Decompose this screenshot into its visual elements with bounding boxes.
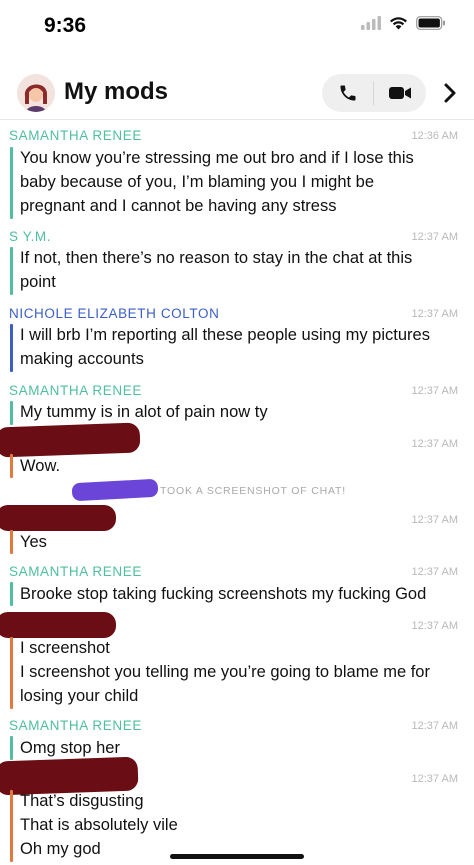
message-sender: SAMANTHA RENEE [9, 718, 142, 733]
message-sender: SAMANTHA RENEE [9, 128, 142, 143]
message-text[interactable]: I will brb I’m reporting all these peopl… [20, 323, 460, 371]
chat-header: My mods [0, 66, 474, 120]
message-text[interactable]: My tummy is in alot of pain now ty [20, 400, 460, 424]
message-line: I screenshot you telling me you’re going… [20, 663, 430, 681]
message-timestamp: 12:37 AM [411, 773, 458, 785]
message-bar [10, 790, 13, 862]
video-camera-icon [389, 87, 411, 99]
message-bar [10, 247, 13, 295]
message-timestamp: 12:37 AM [411, 231, 458, 243]
message-sender: S Y.M. [9, 229, 52, 244]
message-line: point [20, 273, 56, 291]
message-line: Yes [20, 533, 47, 551]
message-timestamp: 12:37 AM [411, 385, 458, 397]
chevron-right-button[interactable] [438, 80, 462, 106]
message-line: Wow. [20, 457, 61, 475]
status-icons [361, 16, 446, 30]
message-bar [10, 736, 13, 760]
message-text[interactable]: Yes [20, 530, 460, 554]
message-line: baby because of you, I’m blaming you I m… [20, 173, 375, 191]
message-timestamp: 12:37 AM [411, 514, 458, 526]
message-timestamp: 12:37 AM [411, 566, 458, 578]
message-bar [10, 147, 13, 219]
message-line: That is absolutely vile [20, 816, 178, 834]
message-timestamp: 12:37 AM [411, 438, 458, 450]
message-line: making accounts [20, 350, 144, 368]
voice-call-button[interactable] [322, 74, 374, 112]
avatar[interactable] [17, 74, 55, 112]
message-bar [10, 454, 13, 478]
message-line: You know you’re stressing me out bro and… [20, 149, 414, 167]
redacted-sender [0, 505, 116, 531]
phone-icon [340, 85, 356, 101]
message-line: losing your child [20, 687, 139, 705]
wifi-icon [390, 17, 407, 30]
message-line: My tummy is in alot of pain now ty [20, 403, 268, 421]
message-text[interactable]: I screenshot I screenshot you telling me… [20, 636, 460, 708]
message-sender: NICHOLE ELIZABETH COLTON [9, 306, 220, 321]
message-line: I will brb I’m reporting all these peopl… [20, 326, 430, 344]
avatar-bitmoji-icon [17, 74, 55, 112]
message-line: pregnant and I cannot be having any stre… [20, 197, 337, 215]
message-bar [10, 324, 13, 372]
message-line: Omg stop her [20, 739, 120, 757]
message-text[interactable]: Wow. [20, 454, 460, 478]
message-text[interactable]: If not, then there’s no reason to stay i… [20, 246, 460, 294]
call-buttons [322, 74, 426, 112]
redacted-sender [0, 422, 141, 458]
message-line: If not, then there’s no reason to stay i… [20, 249, 413, 267]
battery-icon [416, 16, 445, 30]
message-line: Brooke stop taking fucking screenshots m… [20, 585, 427, 603]
message-line: That’s disgusting [20, 792, 144, 810]
message-sender: SAMANTHA RENEE [9, 383, 142, 398]
redacted-scribble [71, 478, 159, 502]
message-text[interactable]: That’s disgusting That is absolutely vil… [20, 789, 460, 861]
cellular-signal-icon [361, 16, 381, 30]
chevron-right-icon [444, 83, 456, 103]
message-timestamp: 12:37 AM [411, 720, 458, 732]
message-text[interactable]: Brooke stop taking fucking screenshots m… [20, 582, 460, 606]
status-bar: 9:36 [0, 0, 474, 58]
message-bar [10, 530, 13, 554]
message-bar [10, 401, 13, 425]
video-call-button[interactable] [374, 74, 426, 112]
screenshot-notice-text: TOOK A SCREENSHOT OF CHAT! [160, 485, 346, 497]
message-sender: SAMANTHA RENEE [9, 564, 142, 579]
message-line: I screenshot [20, 639, 110, 657]
message-timestamp: 12:37 AM [411, 308, 458, 320]
message-text[interactable]: You know you’re stressing me out bro and… [20, 146, 460, 218]
message-text[interactable]: Omg stop her [20, 736, 460, 760]
message-timestamp: 12:36 AM [411, 130, 458, 142]
status-time: 9:36 [44, 14, 87, 37]
message-timestamp: 12:37 AM [411, 620, 458, 632]
home-indicator[interactable] [170, 854, 304, 859]
chat-title: My mods [64, 78, 169, 105]
redacted-sender [0, 612, 116, 638]
screenshot-notice: TOOK A SCREENSHOT OF CHAT! [0, 478, 474, 502]
message-bar [10, 637, 13, 709]
message-bar [10, 582, 13, 606]
